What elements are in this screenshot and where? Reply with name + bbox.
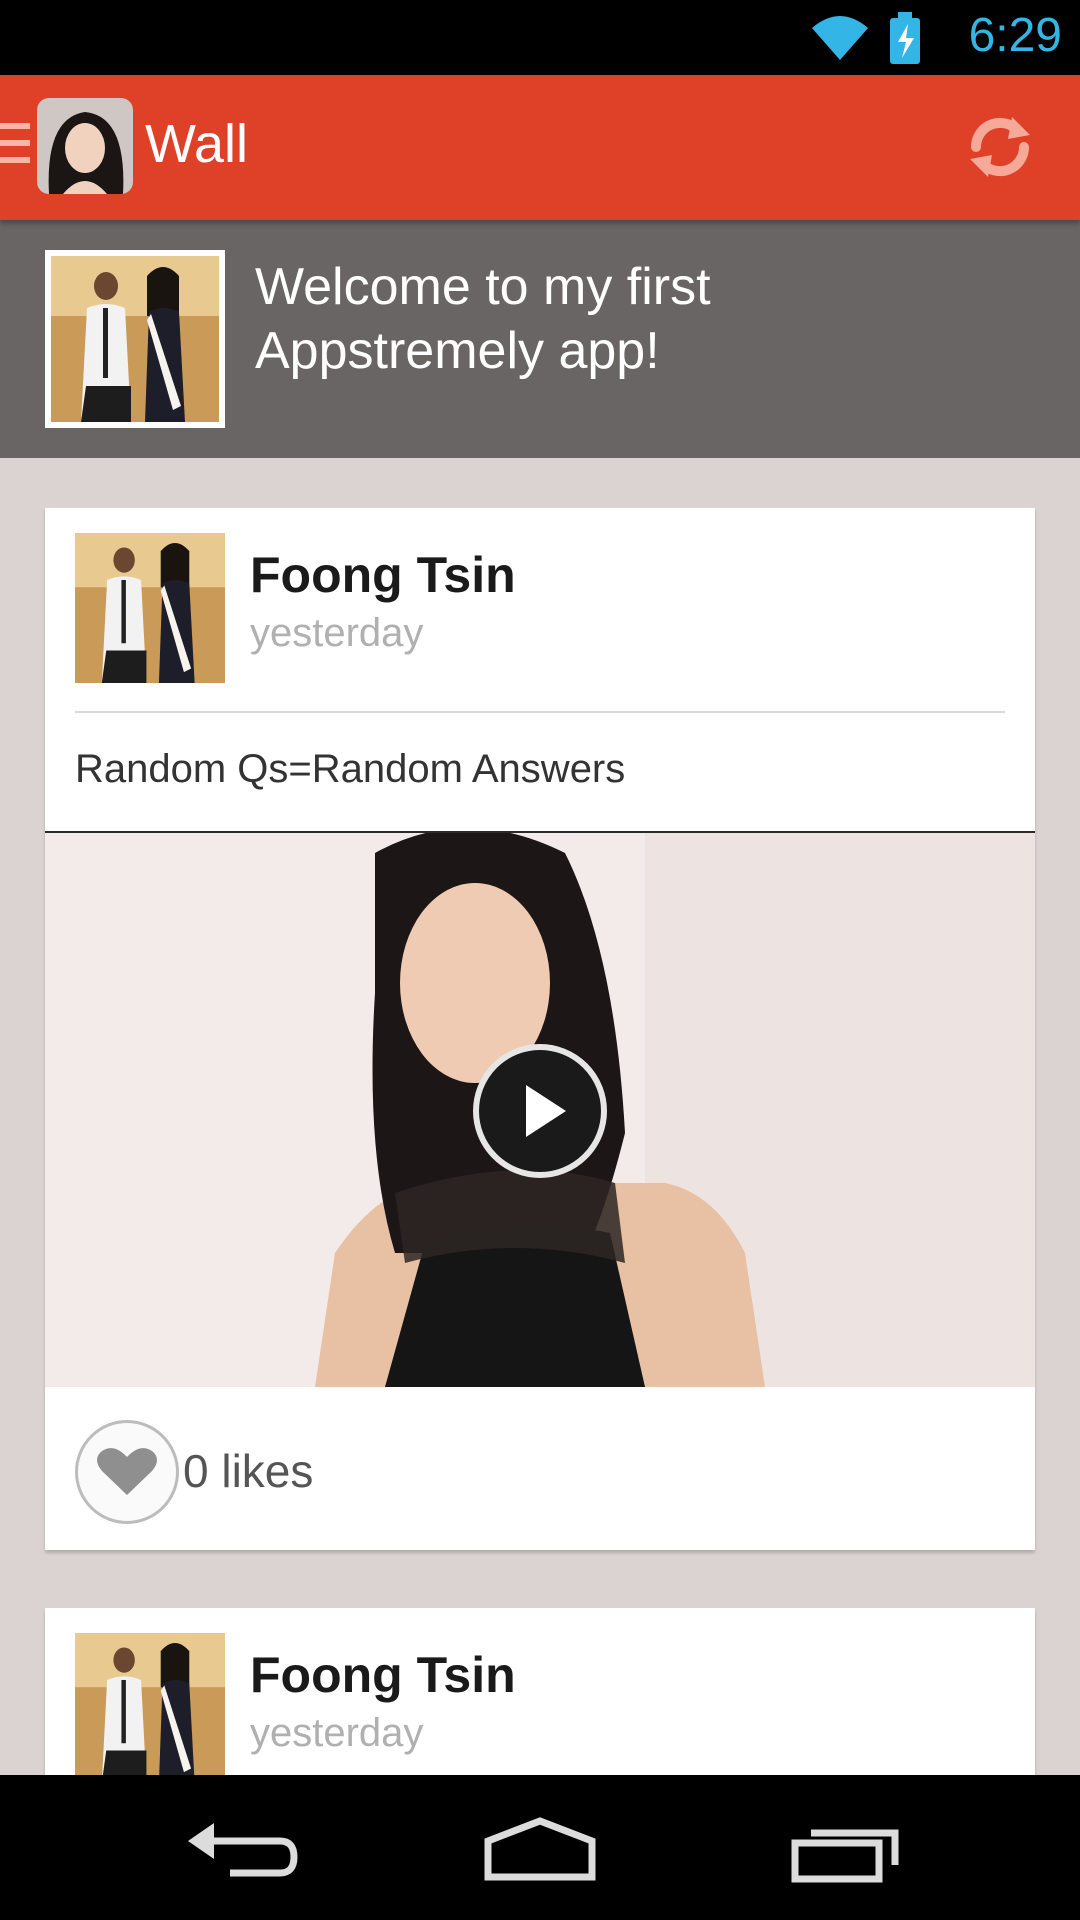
back-icon xyxy=(188,1823,298,1877)
post-video[interactable] xyxy=(45,833,1035,1387)
like-button[interactable] xyxy=(75,1420,179,1524)
divider xyxy=(75,711,1005,713)
app-title: Wall xyxy=(145,114,248,174)
post-header: Foong Tsin yesterday xyxy=(45,1608,1035,1775)
post-card: Foong Tsin yesterday xyxy=(45,1608,1035,1775)
heart-icon xyxy=(97,1448,157,1495)
menu-icon[interactable] xyxy=(0,123,30,171)
post-time: yesterday xyxy=(250,611,424,655)
wall-feed[interactable]: Foong Tsin yesterday Random Qs=Random An… xyxy=(0,458,1080,1775)
play-button[interactable] xyxy=(470,1041,610,1181)
refresh-button[interactable] xyxy=(960,107,1040,187)
post-time: yesterday xyxy=(250,1711,424,1755)
welcome-message: Welcome to my first Appstremely app! xyxy=(255,258,711,380)
author-avatar[interactable] xyxy=(75,1633,225,1775)
play-icon xyxy=(473,1044,607,1178)
navigation-bar xyxy=(0,1775,1080,1920)
home-button[interactable] xyxy=(470,1805,610,1895)
post-text: Random Qs=Random Answers xyxy=(45,713,1035,833)
app-avatar[interactable] xyxy=(37,98,133,194)
post-card: Foong Tsin yesterday Random Qs=Random An… xyxy=(45,508,1035,1550)
author-name[interactable]: Foong Tsin xyxy=(250,1646,516,1704)
post-footer: 0 likes xyxy=(45,1387,1035,1550)
back-button[interactable] xyxy=(170,1805,310,1895)
battery-charging-icon xyxy=(890,12,920,64)
status-icons xyxy=(812,12,920,64)
action-bar: Wall xyxy=(0,75,1080,220)
status-time: 6:29 xyxy=(968,9,1062,62)
author-name[interactable]: Foong Tsin xyxy=(250,546,516,604)
welcome-banner: Welcome to my first Appstremely app! xyxy=(0,220,1080,458)
post-header: Foong Tsin yesterday xyxy=(45,508,1035,713)
wifi-icon xyxy=(812,16,868,60)
like-count: 0 likes xyxy=(183,1445,314,1497)
refresh-icon xyxy=(970,117,1030,177)
author-avatar[interactable] xyxy=(75,533,225,683)
recent-apps-button[interactable] xyxy=(775,1805,915,1895)
home-icon xyxy=(484,1817,596,1881)
recent-apps-icon xyxy=(791,1829,899,1883)
welcome-photo xyxy=(45,250,225,428)
status-bar: 6:29 xyxy=(0,0,1080,75)
